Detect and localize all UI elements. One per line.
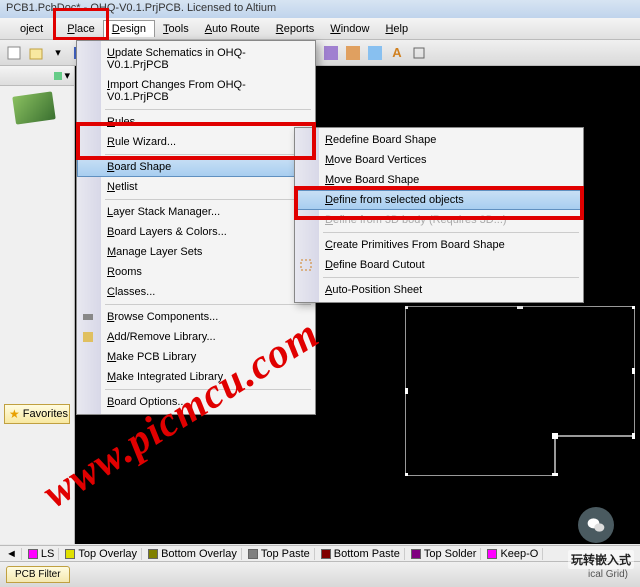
design-item-10[interactable]: Classes... [77,282,315,302]
boardshape-item-6[interactable]: Define Board Cutout [295,255,583,275]
boardshape-item-2[interactable]: Move Board Shape [295,170,583,190]
status-bar: PCB Filter ical Grid) [0,561,640,587]
boardshape-item-0[interactable]: Redefine Board Shape [295,130,583,150]
tool-btn-last[interactable] [409,43,429,63]
boardshape-item-4: Define from 3D body (Requires 3D...) [295,210,583,230]
star-icon: ★ [9,407,20,421]
panel-dot-icon[interactable] [54,72,62,80]
design-item-1[interactable]: Import Changes From OHQ-V0.1.PrjPCB [77,75,315,107]
tool-btn-g4[interactable] [365,43,385,63]
wechat-label: 玩转嵌入式 [568,550,634,569]
text-tool-icon[interactable]: A [387,43,407,63]
cut-icon [299,258,315,274]
design-item-14[interactable]: Make Integrated Library [77,367,315,387]
design-item-13[interactable]: Make PCB Library [77,347,315,367]
tool-btn-g3[interactable] [343,43,363,63]
window-title: PCB1.PcbDoc* - OHQ-V0.1.PrjPCB. Licensed… [6,2,276,14]
menu-help[interactable]: Help [377,21,416,37]
window-titlebar: PCB1.PcbDoc* - OHQ-V0.1.PrjPCB. Licensed… [0,0,640,18]
tool-btn-2[interactable] [26,43,46,63]
menubar: oject Place Design Tools Auto Route Repo… [0,18,640,40]
menu-tools[interactable]: Tools [155,21,197,37]
layer-swatch-icon [248,549,258,559]
design-item-3[interactable]: Rule Wizard... [77,132,315,152]
design-menu-dropdown: Update Schematics in OHQ-V0.1.PrjPCBImpo… [76,40,316,415]
menu-project[interactable]: oject [4,21,59,37]
design-item-8[interactable]: Manage Layer Sets▸ [77,242,315,262]
layer-swatch-icon [28,549,38,559]
design-item-0[interactable]: Update Schematics in OHQ-V0.1.PrjPCB [77,43,315,75]
menu-window[interactable]: Window [322,21,377,37]
board-shape-submenu: Redefine Board ShapeMove Board VerticesM… [294,127,584,303]
layer-swatch-icon [487,549,497,559]
layer-swatch-icon [411,549,421,559]
layer-swatch-icon [148,549,158,559]
lib-icon [81,330,97,346]
layer-tab-3[interactable]: Top Paste [244,548,315,560]
comp-icon [81,310,97,326]
menu-autoroute[interactable]: Auto Route [197,21,268,37]
tool-btn-3[interactable]: ▾ [48,43,68,63]
layer-tab-0[interactable]: LS [24,548,59,560]
tool-btn-1[interactable] [4,43,24,63]
layer-tab-1[interactable]: Top Overlay [61,548,142,560]
layer-swatch-icon [321,549,331,559]
design-item-6[interactable]: Layer Stack Manager... [77,202,315,222]
menu-reports[interactable]: Reports [268,21,323,37]
design-item-4[interactable]: Board Shape▸ [77,157,315,177]
menu-design[interactable]: Design [103,20,155,37]
bottom-bars: ◄ LSTop OverlayBottom OverlayTop PasteBo… [0,545,640,587]
design-item-15[interactable]: Board Options... [77,392,315,412]
boardshape-item-3[interactable]: Define from selected objects [295,190,583,210]
boardshape-item-7[interactable]: Auto-Position Sheet [295,280,583,300]
design-item-12[interactable]: Add/Remove Library... [77,327,315,347]
layer-swatch-icon [65,549,75,559]
layer-tabs: ◄ LSTop OverlayBottom OverlayTop PasteBo… [0,545,640,561]
boardshape-item-5[interactable]: Create Primitives From Board Shape [295,235,583,255]
design-item-9[interactable]: Rooms▸ [77,262,315,282]
panel-close-icon[interactable]: ▾ [64,69,70,82]
layer-tab-6[interactable]: Keep-O [483,548,543,560]
layer-tab-2[interactable]: Bottom Overlay [144,548,242,560]
pcb-filter-tab[interactable]: PCB Filter [6,566,70,583]
boardshape-item-1[interactable]: Move Board Vertices [295,150,583,170]
layer-tab-5[interactable]: Top Solder [407,548,482,560]
favorites-label: Favorites [23,408,68,420]
panel-toolbar: ▾ [0,66,74,86]
board-shape-outline [405,306,635,476]
wechat-icon [578,507,614,543]
layer-tab-4[interactable]: Bottom Paste [317,548,405,560]
grid-status: ical Grid) [582,567,634,582]
design-item-7[interactable]: Board Layers & Colors...L [77,222,315,242]
design-item-11[interactable]: Browse Components... [77,307,315,327]
menu-place[interactable]: Place [59,21,103,37]
pcb-thumbnail[interactable] [12,91,56,124]
left-panel: ▾ ★ Favorites [0,66,75,544]
design-item-2[interactable]: Rules... [77,112,315,132]
favorites-tab[interactable]: ★ Favorites [4,404,70,424]
design-item-5[interactable]: Netlist▸ [77,177,315,197]
tool-btn-g2[interactable] [321,43,341,63]
layer-arrow-left[interactable]: ◄ [2,548,22,560]
